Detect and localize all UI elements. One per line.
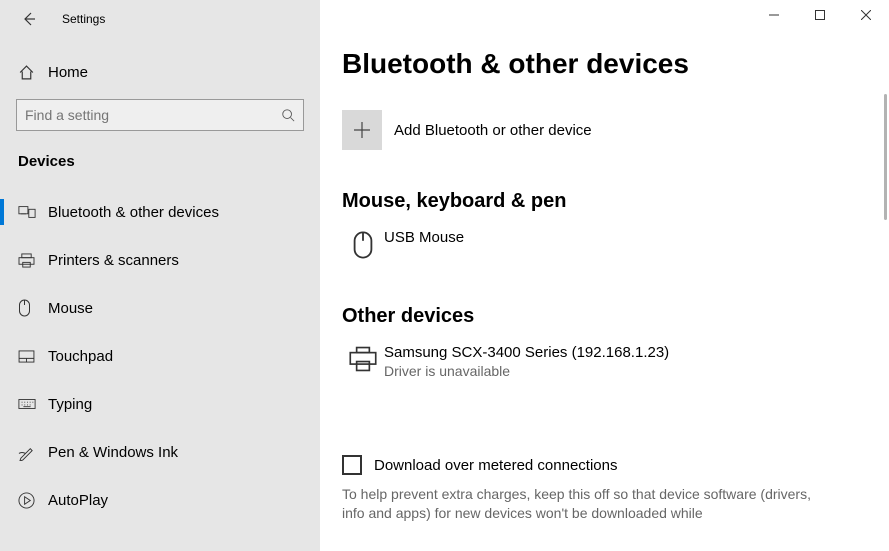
sidebar-item-label: Printers & scanners: [48, 252, 179, 269]
window-title: Settings: [62, 12, 105, 26]
sidebar-item-label: Mouse: [48, 300, 93, 317]
minimize-icon: [769, 10, 779, 20]
add-device-button[interactable]: Add Bluetooth or other device: [342, 110, 889, 150]
sidebar-item-bluetooth[interactable]: Bluetooth & other devices: [0, 188, 320, 236]
sidebar-item-label: Pen & Windows Ink: [48, 444, 178, 461]
metered-checkbox-label: Download over metered connections: [374, 457, 617, 474]
sidebar-item-label: Touchpad: [48, 348, 113, 365]
sidebar-home-label: Home: [48, 64, 88, 81]
printer-icon: [18, 253, 35, 268]
maximize-button[interactable]: [797, 0, 843, 30]
minimize-button[interactable]: [751, 0, 797, 30]
sidebar-section-label: Devices: [0, 153, 320, 170]
add-device-label: Add Bluetooth or other device: [394, 122, 592, 139]
mouse-icon: [18, 299, 31, 317]
metered-help-text: To help prevent extra charges, keep this…: [342, 485, 812, 523]
plus-icon: [353, 121, 371, 139]
group-title-other: Other devices: [342, 305, 889, 328]
keyboard-icon: [18, 398, 36, 410]
group-title-mouse-keyboard: Mouse, keyboard & pen: [342, 190, 889, 213]
close-icon: [861, 10, 871, 20]
mouse-icon: [353, 231, 373, 259]
arrow-left-icon: [21, 11, 37, 27]
main-content: Bluetooth & other devices Add Bluetooth …: [320, 0, 889, 551]
sidebar-item-mouse[interactable]: Mouse: [0, 284, 320, 332]
titlebar: Settings: [0, 0, 320, 38]
sidebar: Settings Home Devices Bluetooth & other …: [0, 0, 320, 551]
touchpad-icon: [18, 350, 35, 363]
device-item-printer[interactable]: Samsung SCX-3400 Series (192.168.1.23) D…: [342, 338, 889, 385]
device-item-usb-mouse[interactable]: USB Mouse: [342, 223, 889, 265]
home-icon: [18, 64, 35, 81]
sidebar-item-touchpad[interactable]: Touchpad: [0, 332, 320, 380]
sidebar-item-label: AutoPlay: [48, 492, 108, 509]
device-name: Samsung SCX-3400 Series (192.168.1.23): [384, 344, 669, 361]
pen-icon: [18, 444, 35, 461]
device-name: USB Mouse: [384, 229, 464, 246]
sidebar-item-label: Bluetooth & other devices: [48, 204, 219, 221]
back-button[interactable]: [14, 4, 44, 34]
autoplay-icon: [18, 492, 35, 509]
sidebar-item-typing[interactable]: Typing: [0, 380, 320, 428]
search-icon: [281, 108, 295, 122]
scrollbar[interactable]: [884, 94, 887, 220]
sidebar-item-autoplay[interactable]: AutoPlay: [0, 476, 320, 524]
printer-icon: [349, 346, 377, 372]
search-input[interactable]: [25, 107, 281, 123]
sidebar-home[interactable]: Home: [0, 48, 320, 96]
window-controls: [751, 0, 889, 30]
metered-checkbox[interactable]: Download over metered connections: [342, 455, 889, 475]
maximize-icon: [815, 10, 825, 20]
search-box[interactable]: [16, 99, 304, 131]
plus-tile: [342, 110, 382, 150]
page-title: Bluetooth & other devices: [342, 48, 889, 80]
sidebar-item-label: Typing: [48, 396, 92, 413]
checkbox-box: [342, 455, 362, 475]
sidebar-item-printers[interactable]: Printers & scanners: [0, 236, 320, 284]
device-status: Driver is unavailable: [384, 363, 669, 379]
devices-icon: [18, 205, 36, 219]
close-button[interactable]: [843, 0, 889, 30]
sidebar-item-pen[interactable]: Pen & Windows Ink: [0, 428, 320, 476]
sidebar-nav: Bluetooth & other devices Printers & sca…: [0, 188, 320, 524]
